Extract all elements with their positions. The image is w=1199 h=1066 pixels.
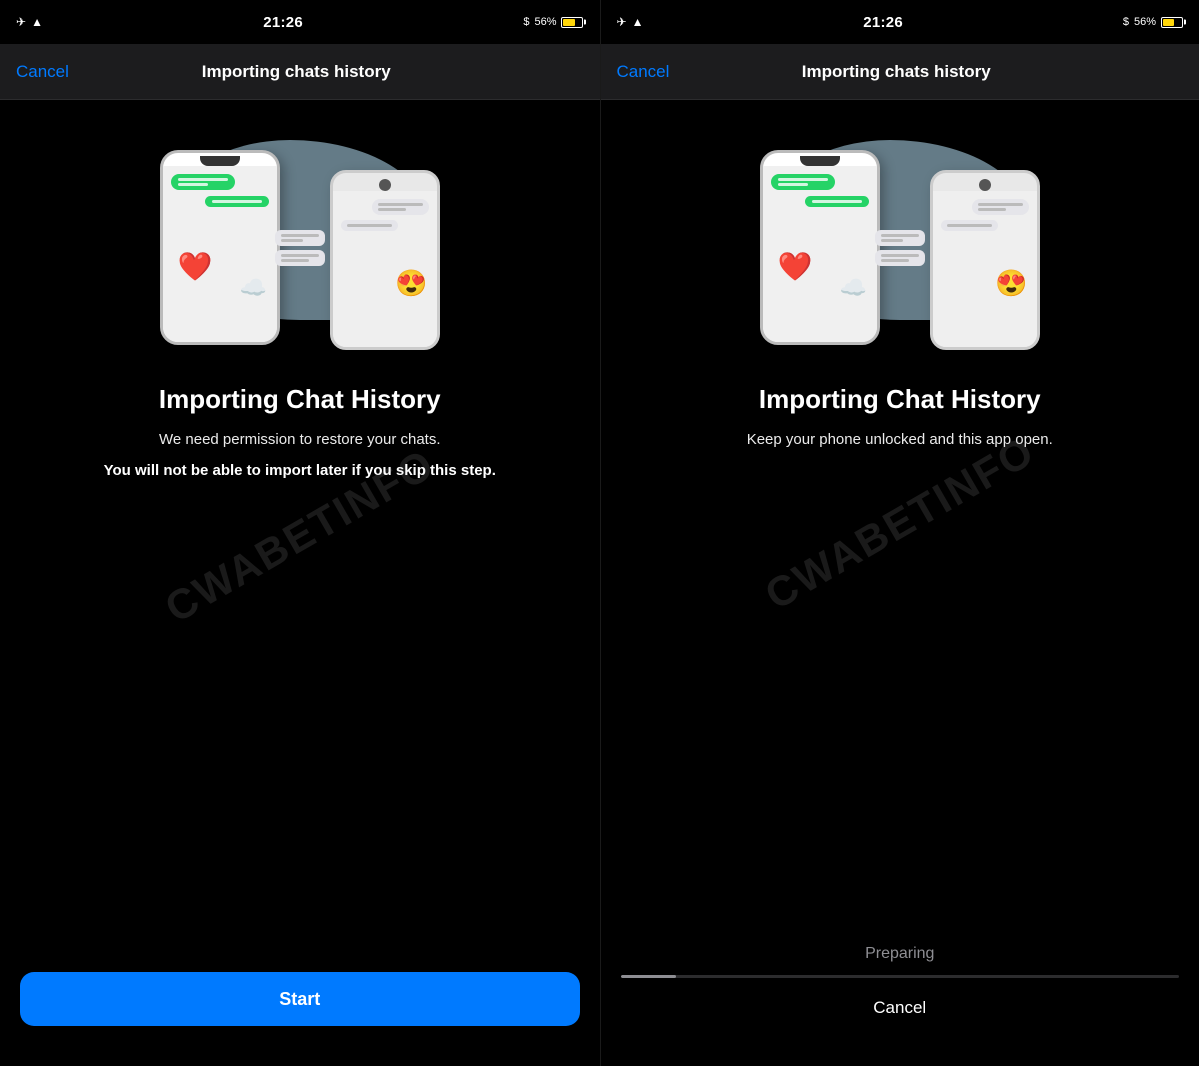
bubble-line-r2 — [378, 208, 406, 211]
battery-bar-left — [561, 17, 583, 28]
left-panel: ✈ ▲ 21:26 $ 56% Cancel Importing chats h… — [0, 0, 600, 1066]
battery-percent-right: 56% — [1134, 16, 1156, 28]
phone-device-left-r — [760, 150, 880, 345]
battery-percent-left: 56% — [534, 16, 556, 28]
chat-bubble-1 — [171, 174, 235, 190]
notch-left — [200, 156, 240, 166]
tr-line-4 — [881, 259, 909, 262]
nav-bar-right: Cancel Importing chats history — [601, 44, 1199, 100]
subtext-left: We need permission to restore your chats… — [159, 429, 441, 452]
smiling-emoji-left: 😍 — [395, 268, 427, 299]
phones-illustration-left: ❤️ — [140, 120, 460, 360]
phone-device-right-left — [330, 170, 440, 350]
phone-device-left — [160, 150, 280, 345]
t-line-2 — [281, 239, 303, 242]
bubble-line-1 — [178, 178, 228, 181]
status-bar-left: ✈ ▲ 21:26 $ 56% — [0, 0, 600, 44]
status-bar-right: ✈ ▲ 21:26 $ 56% — [601, 0, 1199, 44]
nav-bar-left: Cancel Importing chats history — [0, 44, 600, 100]
wifi-icon: ▲ — [31, 15, 43, 29]
status-right-icons-left: $ 56% — [523, 16, 583, 28]
chat-bubble-rr1 — [972, 199, 1029, 215]
content-left: ❤️ — [0, 100, 600, 972]
phones-illustration-right: ❤️ — [740, 120, 1060, 360]
time-left: 21:26 — [263, 14, 303, 31]
camera-left — [379, 179, 391, 191]
watermark-right: CWABETINFO — [757, 426, 1043, 619]
chat-bubble-rr2 — [941, 220, 998, 231]
location-icon-left: $ — [523, 16, 529, 28]
subtext-right: Keep your phone unlocked and this app op… — [747, 429, 1053, 452]
illustration-right: ❤️ — [631, 120, 1170, 360]
bubble-line-rr3 — [947, 224, 992, 227]
chat-bubble-2 — [205, 196, 269, 207]
t-line-1 — [281, 234, 319, 237]
progress-bar — [621, 975, 1180, 978]
nav-title-left: Importing chats history — [69, 62, 524, 82]
transfer-bubble-2 — [275, 250, 325, 266]
camera-right — [979, 179, 991, 191]
airplane-icon-right: ✈ — [617, 15, 627, 29]
bubble-line-rl2 — [778, 183, 808, 186]
notch-right-l — [800, 156, 840, 166]
chat-bubble-rl2 — [805, 196, 869, 207]
battery-bar-right — [1161, 17, 1183, 28]
transfer-bubble-r1 — [875, 230, 925, 246]
status-left-icons-right: ✈ ▲ — [617, 15, 644, 29]
bold-warning-left: You will not be able to import later if … — [104, 460, 496, 483]
cloud-emoji-left: ☁️ — [240, 275, 267, 301]
start-button[interactable]: Start — [20, 972, 580, 1026]
heart-emoji-right: ❤️ — [778, 250, 813, 283]
tr-line-1 — [881, 234, 919, 237]
t-line-3 — [281, 254, 319, 257]
wifi-icon-right: ▲ — [632, 15, 644, 29]
bubble-line-3 — [212, 200, 262, 203]
progress-area-right: Preparing Cancel — [601, 945, 1199, 1066]
tr-line-2 — [881, 239, 903, 242]
right-panel: ✈ ▲ 21:26 $ 56% Cancel Importing chats h… — [600, 0, 1199, 1066]
status-left-icons: ✈ ▲ — [16, 15, 43, 29]
nav-title-right: Importing chats history — [669, 62, 1123, 82]
transfer-arrows-right — [875, 230, 925, 270]
status-right-icons-right: $ 56% — [1123, 16, 1183, 28]
illustration-left: ❤️ — [30, 120, 570, 360]
bubble-line-r3 — [347, 224, 392, 227]
bubble-line-rl3 — [812, 200, 862, 203]
smiling-emoji-right: 😍 — [995, 268, 1027, 299]
cancel-button-left[interactable]: Cancel — [16, 62, 69, 82]
location-icon-right: $ — [1123, 16, 1129, 28]
time-right: 21:26 — [863, 14, 903, 31]
bubble-line-2 — [178, 183, 208, 186]
cancel-button-right[interactable]: Cancel — [617, 62, 670, 82]
transfer-bubble-1 — [275, 230, 325, 246]
phone-device-right-r — [930, 170, 1040, 350]
chat-bubble-r1 — [372, 199, 429, 215]
airplane-icon: ✈ — [16, 15, 26, 29]
transfer-bubble-r2 — [875, 250, 925, 266]
heart-emoji-left: ❤️ — [178, 250, 213, 283]
bottom-area-left: Start — [0, 972, 600, 1066]
bubble-line-rl1 — [778, 178, 828, 181]
chat-bubble-rl1 — [771, 174, 835, 190]
content-right: ❤️ — [601, 100, 1199, 945]
chat-bubble-r2 — [341, 220, 398, 231]
preparing-label: Preparing — [865, 945, 934, 963]
heading-right: Importing Chat History — [759, 384, 1041, 415]
tr-line-3 — [881, 254, 919, 257]
bubble-line-r1 — [378, 203, 423, 206]
bubble-line-rr1 — [978, 203, 1023, 206]
bubble-line-rr2 — [978, 208, 1006, 211]
heading-left: Importing Chat History — [159, 384, 441, 415]
cloud-emoji-right: ☁️ — [840, 275, 867, 301]
transfer-arrows-left — [275, 230, 325, 270]
t-line-4 — [281, 259, 309, 262]
cancel-progress-button[interactable]: Cancel — [853, 990, 946, 1026]
progress-fill — [621, 975, 677, 978]
